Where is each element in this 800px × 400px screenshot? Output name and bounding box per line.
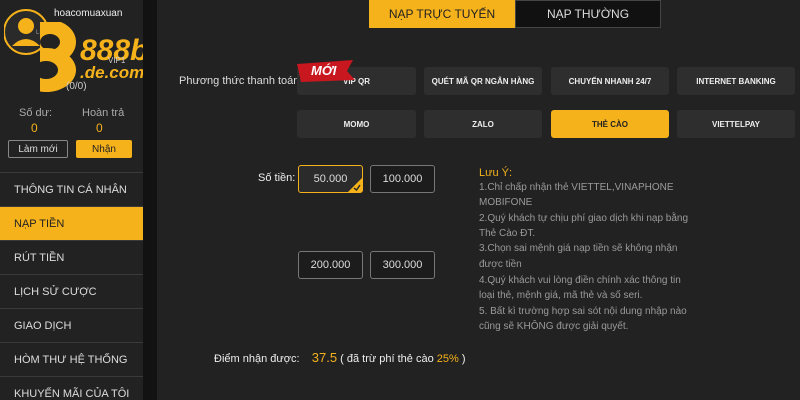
- sidebar-item-system-mailbox[interactable]: HÒM THƯ HỆ THỐNG: [0, 342, 143, 376]
- sidebar-item-bet-history[interactable]: LỊCH SỬ CƯỢC: [0, 274, 143, 308]
- method-fast-transfer[interactable]: CHUYỂN NHANH 24/7: [551, 67, 669, 95]
- notes-line: 2.Quý khách tự chịu phí giao dịch khi nạ…: [479, 213, 689, 224]
- payment-method-label: Phương thức thanh toán: [179, 75, 300, 87]
- sidebar-item-deposit[interactable]: NẠP TIỀN: [0, 206, 143, 240]
- notes-title: Lưu Ý:: [479, 167, 513, 179]
- points-received: Điểm nhận được: 37.5 ( đã trừ phí thẻ cà…: [214, 350, 466, 365]
- notes-line: cũng sẽ KHÔNG được giải quyết.: [479, 321, 629, 332]
- points-label: Điểm nhận được:: [214, 353, 300, 365]
- method-momo[interactable]: MOMO: [297, 110, 416, 138]
- amount-option-200000[interactable]: 200.000: [298, 251, 363, 279]
- profile-panel: LIC hoacomuaxuan 888b .de.com VIP1 (0/0)…: [0, 0, 148, 170]
- method-zalo[interactable]: ZALO: [424, 110, 542, 138]
- method-internet-banking[interactable]: INTERNET BANKING: [677, 67, 795, 95]
- sidebar-item-profile[interactable]: THÔNG TIN CÁ NHÂN: [0, 172, 143, 206]
- method-viettelpay[interactable]: VIETTELPAY: [677, 110, 795, 138]
- svg-text:.de.com: .de.com: [80, 63, 144, 82]
- amount-option-50000[interactable]: 50.000: [298, 165, 363, 193]
- sidebar-menu: THÔNG TIN CÁ NHÂN NẠP TIỀN RÚT TIỀN LỊCH…: [0, 172, 143, 400]
- notes-line: Thẻ Cào ĐT.: [479, 228, 536, 239]
- points-note-suffix: ): [458, 353, 466, 365]
- tab-regular-deposit[interactable]: NẠP THƯỜNG: [515, 0, 661, 28]
- notes-line: 5. Bất kì trường hợp sai sót nội dung nh…: [479, 306, 687, 317]
- sidebar-item-my-promotions[interactable]: KHUYẾN MÃI CỦA TÔI: [0, 376, 143, 400]
- tab-online-deposit[interactable]: NẠP TRỰC TUYẾN: [369, 0, 515, 28]
- notes-line: loại thẻ, mệnh giá, mã thẻ và số seri.: [479, 290, 643, 301]
- method-bank-qr[interactable]: QUÉT MÃ QR NGÂN HÀNG: [424, 67, 542, 95]
- notes-line: được tiền: [479, 259, 522, 270]
- notes-line: 1.Chỉ chấp nhận thẻ VIETTEL,VINAPHONE: [479, 182, 674, 193]
- notes-line: MOBIFONE: [479, 197, 533, 208]
- amount-option-100000[interactable]: 100.000: [370, 165, 435, 193]
- receive-button[interactable]: Nhận: [76, 140, 132, 158]
- new-badge: MỚI: [297, 60, 357, 82]
- balance-label: Số dư:: [19, 107, 53, 119]
- amount-label: Số tiền:: [258, 172, 296, 184]
- method-scratch-card[interactable]: THẺ CÀO: [551, 110, 669, 138]
- vip-level: VIP1: [108, 56, 126, 65]
- sidebar-item-transactions[interactable]: GIAO DỊCH: [0, 308, 143, 342]
- username: hoacomuaxuan: [54, 8, 123, 19]
- notes-line: 4.Quý khách vui lòng điền chính xác thôn…: [479, 275, 681, 286]
- points-note-prefix: ( đã trừ phí thẻ cào: [340, 353, 437, 365]
- sidebar: LIC hoacomuaxuan 888b .de.com VIP1 (0/0)…: [0, 0, 148, 400]
- balance-value: 0: [31, 121, 38, 135]
- score-count: (0/0): [66, 81, 87, 92]
- amount-option-300000[interactable]: 300.000: [370, 251, 435, 279]
- refresh-button[interactable]: Làm mới: [8, 140, 68, 158]
- sidebar-item-withdraw[interactable]: RÚT TIỀN: [0, 240, 143, 274]
- points-fee: 25%: [436, 353, 459, 365]
- check-icon: [348, 178, 362, 192]
- rebate-label: Hoàn trả: [82, 107, 125, 119]
- sidebar-divider: [143, 0, 157, 400]
- notes-line: 3.Chọn sai mệnh giá nạp tiền sẽ không nh…: [479, 243, 678, 254]
- rebate-value: 0: [96, 121, 103, 135]
- points-value: 37.5: [311, 350, 338, 365]
